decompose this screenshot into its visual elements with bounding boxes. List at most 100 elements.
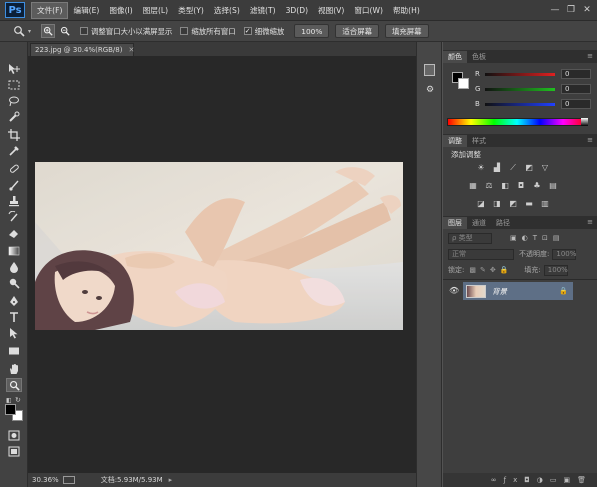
menu-file[interactable]: 文件(F) — [31, 1, 69, 19]
black-white-icon[interactable]: ◧ — [499, 180, 511, 191]
exposure-icon[interactable]: ◩ — [523, 162, 535, 173]
menu-layer[interactable]: 图层(L) — [138, 3, 173, 18]
path-select-tool-icon[interactable] — [6, 326, 22, 340]
selective-color-icon[interactable]: ▥ — [539, 198, 551, 209]
tab-adjustments[interactable]: 调整 — [443, 135, 467, 147]
eyedropper-tool-icon[interactable] — [6, 144, 22, 158]
menu-window[interactable]: 窗口(W) — [349, 3, 388, 18]
swap-colors-icon[interactable]: ↻ — [15, 396, 21, 404]
close-document-icon[interactable]: ✕ — [128, 46, 134, 54]
color-panel-background[interactable] — [458, 78, 469, 89]
levels-icon[interactable]: ▟ — [491, 162, 503, 173]
tab-layers[interactable]: 图层 — [443, 217, 467, 229]
properties-panel-icon[interactable]: ⚙ — [423, 84, 437, 96]
pen-tool-icon[interactable] — [6, 294, 22, 308]
green-channel-value[interactable]: 0 — [561, 84, 591, 94]
screen-mode-icon[interactable] — [6, 444, 22, 458]
preset-dropdown-icon[interactable]: ▾ — [28, 28, 31, 35]
layer-name[interactable]: 背景 — [492, 286, 507, 297]
green-channel-slider[interactable] — [485, 87, 555, 91]
restore-button[interactable]: ❐ — [564, 3, 578, 16]
menu-image[interactable]: 图像(I) — [104, 3, 137, 18]
photo-filter-icon[interactable]: ◘ — [515, 180, 527, 191]
eraser-tool-icon[interactable] — [6, 226, 22, 240]
layer-filter-icons[interactable]: ▣◐T⊡▤ — [510, 234, 564, 242]
gradient-tool-icon[interactable] — [6, 244, 22, 258]
healing-brush-tool-icon[interactable] — [6, 162, 22, 176]
clone-stamp-tool-icon[interactable] — [6, 194, 22, 208]
zoom-level[interactable]: 30.36% — [32, 476, 59, 484]
blue-channel-slider[interactable] — [485, 102, 555, 106]
curves-icon[interactable]: ⟋ — [507, 162, 519, 173]
rectangle-tool-icon[interactable] — [6, 344, 22, 358]
default-colors-icon[interactable]: ◧ — [6, 397, 12, 404]
zoom-in-icon[interactable] — [41, 24, 56, 38]
menu-edit[interactable]: 编辑(E) — [68, 3, 104, 18]
color-lookup-icon[interactable]: ▤ — [547, 180, 559, 191]
history-panel-icon[interactable] — [424, 64, 435, 76]
dodge-tool-icon[interactable] — [6, 276, 22, 290]
vibrance-icon[interactable]: ▽ — [539, 162, 551, 173]
tab-channels[interactable]: 通道 — [467, 217, 491, 229]
status-info-icon[interactable] — [62, 476, 75, 484]
marquee-tool-icon[interactable] — [6, 78, 22, 92]
menu-help[interactable]: 帮助(H) — [388, 3, 425, 18]
menu-type[interactable]: 类型(Y) — [173, 3, 209, 18]
quick-mask-icon[interactable] — [6, 428, 22, 442]
document-tab[interactable]: 223.jpg @ 30.4%(RGB/8) ✕ — [30, 43, 134, 56]
menu-select[interactable]: 选择(S) — [209, 3, 245, 18]
status-menu-arrow-icon[interactable]: ▸ — [169, 476, 173, 484]
close-button[interactable]: ✕ — [580, 3, 594, 16]
gradient-map-icon[interactable]: ▬ — [523, 198, 535, 209]
red-channel-value[interactable]: 0 — [561, 69, 591, 79]
zoom-tool-icon[interactable] — [6, 378, 22, 392]
zoom-tool-preset-icon[interactable] — [12, 24, 26, 38]
invert-icon[interactable]: ◪ — [475, 198, 487, 209]
minimize-button[interactable]: — — [548, 3, 562, 16]
move-tool-icon[interactable] — [6, 62, 22, 76]
color-balance-icon[interactable]: ⚖ — [483, 180, 495, 191]
quick-select-tool-icon[interactable] — [6, 110, 22, 124]
color-panel-menu-icon[interactable]: ≡ — [587, 52, 593, 60]
brush-tool-icon[interactable] — [6, 178, 22, 192]
tab-swatches[interactable]: 色板 — [467, 51, 491, 63]
grayscale-ramp[interactable] — [581, 118, 588, 126]
hand-tool-icon[interactable] — [6, 362, 22, 376]
adjustments-panel-menu-icon[interactable]: ≡ — [587, 136, 593, 144]
eye-icon[interactable]: 👁 — [449, 286, 459, 295]
blur-tool-icon[interactable] — [6, 260, 22, 274]
actual-pixels-button[interactable]: 100% — [294, 24, 330, 38]
menu-view[interactable]: 视图(V) — [313, 3, 349, 18]
color-spectrum-ramp[interactable] — [447, 118, 587, 126]
threshold-icon[interactable]: ◩ — [507, 198, 519, 209]
resize-windows-checkbox[interactable] — [80, 27, 89, 35]
tab-color[interactable]: 颜色 — [443, 51, 467, 63]
zoom-all-checkbox[interactable] — [180, 27, 189, 35]
fill-screen-button[interactable]: 填充屏幕 — [384, 24, 429, 38]
scrubby-zoom-checkbox[interactable]: ✓ — [243, 27, 252, 35]
menu-3d[interactable]: 3D(D) — [281, 4, 313, 17]
tab-styles[interactable]: 样式 — [467, 135, 491, 147]
lasso-tool-icon[interactable] — [6, 94, 22, 108]
menu-filter[interactable]: 滤镜(T) — [245, 3, 281, 18]
layer-filter-kind[interactable]: ρ 类型 — [448, 232, 492, 244]
brightness-icon[interactable]: ☀ — [475, 162, 487, 173]
type-tool-icon[interactable] — [6, 310, 22, 324]
blue-channel-value[interactable]: 0 — [561, 99, 591, 109]
lock-options-icons[interactable]: ▩✎✥🔒 — [469, 266, 512, 274]
layers-panel-menu-icon[interactable]: ≡ — [587, 218, 593, 226]
fit-screen-button[interactable]: 适合屏幕 — [335, 24, 379, 38]
history-brush-tool-icon[interactable] — [6, 210, 22, 224]
crop-tool-icon[interactable] — [6, 128, 22, 142]
zoom-out-icon[interactable] — [58, 24, 72, 38]
blend-mode-dropdown[interactable]: 正常 — [448, 248, 514, 260]
layer-row-background[interactable]: 背景 🔒 — [463, 282, 573, 300]
document-image[interactable] — [35, 162, 403, 330]
hue-saturation-icon[interactable]: ▦ — [467, 180, 479, 191]
posterize-icon[interactable]: ◨ — [491, 198, 503, 209]
opacity-value[interactable]: 100% — [552, 248, 576, 260]
channel-mixer-icon[interactable]: ♣ — [531, 180, 543, 191]
foreground-color-swatch[interactable] — [5, 404, 16, 415]
red-channel-slider[interactable] — [485, 72, 555, 76]
layers-footer-icons[interactable]: ∞ƒx◘◑▭▣🗑 — [443, 473, 597, 487]
